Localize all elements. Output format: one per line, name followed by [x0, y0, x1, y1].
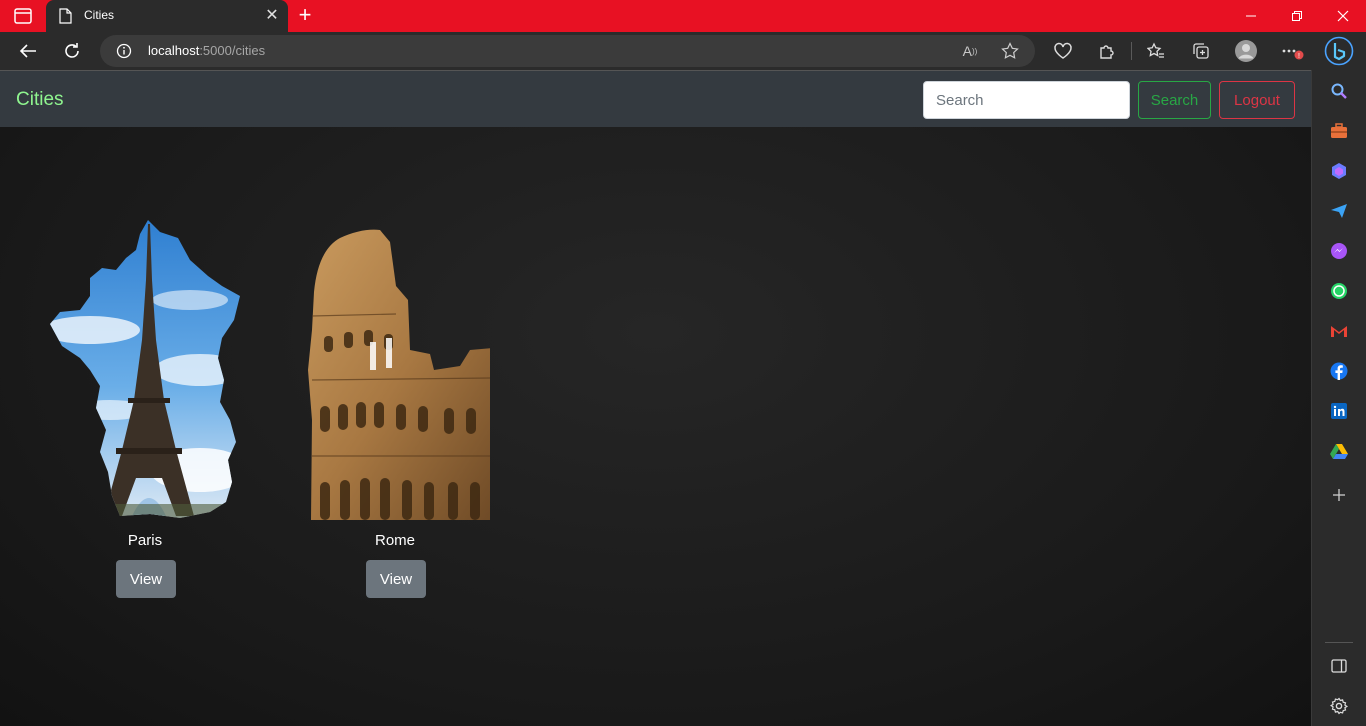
paris-eiffel-tower-image: [50, 220, 240, 518]
tab-actions-icon[interactable]: [14, 8, 32, 24]
browser-tab-cities[interactable]: Cities ✕: [46, 0, 288, 32]
settings-more-button[interactable]: !: [1278, 36, 1308, 66]
browser-toolbar: localhost:5000/cities A)) !: [0, 32, 1366, 70]
puzzle-icon: [1100, 45, 1114, 59]
read-aloud-icon[interactable]: A)): [958, 39, 982, 63]
close-window-button[interactable]: [1320, 0, 1366, 32]
gmail-icon[interactable]: [1328, 320, 1350, 342]
sidebar-toggle-icon[interactable]: [1328, 655, 1350, 677]
minimize-icon: [1246, 15, 1256, 17]
send-icon[interactable]: [1328, 200, 1350, 222]
extensions-button[interactable]: [1092, 36, 1122, 66]
facebook-icon[interactable]: [1328, 360, 1350, 382]
site-navbar: Cities Search Logout: [0, 70, 1311, 127]
page-content: Cities Search Logout: [0, 70, 1311, 726]
settings-icon[interactable]: [1328, 695, 1350, 717]
back-arrow-icon: [19, 44, 36, 58]
favorite-star-icon[interactable]: [998, 39, 1022, 63]
browser-titlebar: Cities ✕ +: [0, 0, 1366, 32]
url-path: :5000/cities: [199, 43, 266, 58]
address-bar[interactable]: localhost:5000/cities A)): [100, 35, 1035, 67]
close-icon: [1337, 10, 1349, 22]
minimize-button[interactable]: [1228, 0, 1274, 32]
navbar-brand[interactable]: Cities: [16, 89, 64, 111]
search-input[interactable]: [923, 81, 1130, 119]
restore-icon: [1292, 11, 1302, 21]
search-button[interactable]: Search: [1138, 81, 1211, 119]
view-rome-button[interactable]: View: [366, 560, 426, 598]
svg-text:!: !: [1298, 53, 1300, 60]
back-button[interactable]: [13, 36, 43, 66]
drive-icon[interactable]: [1328, 440, 1350, 462]
collections-button[interactable]: [1186, 36, 1216, 66]
tab-title: Cities: [84, 8, 115, 22]
bing-copilot-button[interactable]: [1324, 36, 1354, 66]
toolbox-icon[interactable]: [1328, 120, 1350, 142]
refresh-button[interactable]: [57, 36, 87, 66]
refresh-icon: [65, 43, 79, 58]
linkedin-icon[interactable]: [1328, 400, 1350, 422]
rome-colosseum-image: [308, 229, 490, 520]
sidebar-separator: [1325, 642, 1353, 643]
performance-button[interactable]: [1048, 36, 1078, 66]
search-icon[interactable]: [1328, 80, 1350, 102]
collections-icon: [1193, 43, 1209, 59]
restore-button[interactable]: [1274, 0, 1320, 32]
more-dots-icon: !: [1282, 49, 1304, 60]
avatar-icon: [1235, 40, 1257, 62]
city-name-rome: Rome: [374, 532, 415, 549]
view-paris-button[interactable]: View: [116, 560, 176, 598]
messenger-icon[interactable]: [1328, 240, 1350, 262]
add-icon[interactable]: [1328, 484, 1350, 506]
copilot-icon[interactable]: [1328, 160, 1350, 182]
profile-button[interactable]: [1231, 36, 1261, 66]
tab-close-icon[interactable]: ✕: [262, 6, 282, 26]
favorites-icon: [1147, 42, 1164, 58]
new-tab-button[interactable]: +: [292, 4, 318, 28]
url-host: localhost: [148, 43, 200, 58]
favorites-button[interactable]: [1141, 36, 1171, 66]
page-icon: [59, 8, 72, 24]
info-icon[interactable]: [116, 43, 132, 59]
city-name-paris: Paris: [127, 532, 163, 549]
logout-button[interactable]: Logout: [1219, 81, 1295, 119]
bing-icon: [1324, 36, 1354, 66]
whatsapp-icon[interactable]: [1328, 280, 1350, 302]
toolbar-separator: [1131, 42, 1132, 60]
heart-pulse-icon: [1054, 42, 1072, 59]
url-text[interactable]: localhost:5000/cities: [148, 43, 265, 58]
edge-sidebar: [1311, 70, 1366, 726]
